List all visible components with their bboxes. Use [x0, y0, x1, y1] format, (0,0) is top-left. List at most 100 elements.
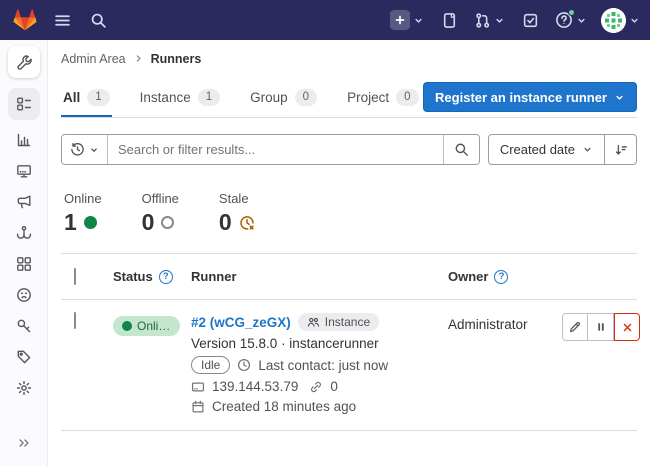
- offline-count: 0: [142, 209, 155, 236]
- pencil-icon: [568, 320, 582, 334]
- sidebar-item-admin-area[interactable]: [8, 46, 40, 78]
- online-count: 1: [64, 209, 77, 236]
- overview-grid-icon: [16, 96, 32, 112]
- runner-ip: 139.144.53.79: [212, 379, 298, 394]
- stat-offline: Offline 0: [142, 191, 179, 236]
- wrench-icon: [16, 54, 32, 70]
- search-icon[interactable]: [82, 4, 114, 36]
- hook-icon: [16, 225, 32, 241]
- owner-link[interactable]: Administrator: [448, 317, 528, 332]
- hamburger-menu-icon[interactable]: [46, 4, 78, 36]
- breadcrumb: Admin Area Runners: [61, 40, 637, 77]
- status-help-icon[interactable]: ?: [159, 270, 173, 284]
- chevron-double-right-icon: [17, 436, 31, 450]
- search-input[interactable]: [108, 135, 443, 164]
- sad-face-icon: [16, 287, 32, 303]
- online-status-icon: [84, 216, 97, 229]
- sidebar-item-overview[interactable]: [8, 88, 40, 120]
- stat-online: Online 1: [64, 191, 102, 236]
- sort-direction-button[interactable]: [605, 134, 637, 165]
- stale-clock-icon: [239, 215, 255, 231]
- gitlab-logo-icon[interactable]: [8, 4, 42, 36]
- sidebar-item-abuse-reports[interactable]: [8, 281, 40, 308]
- clock-icon: [237, 358, 251, 372]
- search-history-button[interactable]: [62, 135, 108, 164]
- gear-icon: [16, 380, 32, 396]
- pause-icon: [595, 321, 607, 333]
- calendar-icon: [191, 400, 205, 414]
- people-icon: [307, 316, 320, 329]
- tab-project[interactable]: Project 0: [345, 77, 420, 117]
- notification-dot: [568, 9, 575, 16]
- help-menu-button[interactable]: [555, 11, 587, 29]
- filter-bar: Created date: [61, 134, 637, 165]
- sort-by-dropdown[interactable]: Created date: [488, 134, 605, 165]
- search-submit-button[interactable]: [443, 135, 479, 164]
- edit-runner-button[interactable]: [562, 313, 588, 341]
- sidebar-item-deploy-keys[interactable]: [8, 312, 40, 339]
- online-dot-icon: [122, 321, 132, 331]
- offline-status-icon: [161, 216, 174, 229]
- link-icon: [309, 380, 323, 394]
- close-icon: [621, 321, 634, 334]
- owner-help-icon[interactable]: ?: [494, 270, 508, 284]
- chevron-right-icon: [134, 54, 143, 63]
- tab-all[interactable]: All 1: [61, 77, 112, 117]
- todos-icon[interactable]: [519, 4, 541, 36]
- job-status-badge: Idle: [191, 356, 230, 374]
- tab-group[interactable]: Group 0: [248, 77, 319, 117]
- issues-icon[interactable]: [438, 4, 460, 36]
- sidebar-item-applications[interactable]: [8, 250, 40, 277]
- runners-table-header: Status ? Runner Owner ?: [61, 254, 637, 300]
- sidebar-item-labels[interactable]: [8, 343, 40, 370]
- avatar: [601, 8, 626, 33]
- select-all-checkbox[interactable]: [74, 268, 76, 285]
- chevron-down-icon: [494, 15, 505, 26]
- chevron-down-icon: [629, 15, 640, 26]
- breadcrumb-admin-area[interactable]: Admin Area: [61, 52, 126, 66]
- sidebar-item-messages[interactable]: [8, 188, 40, 215]
- runner-tabs: All 1 Instance 1 Group 0 Project 0 Regis…: [61, 77, 637, 118]
- chevron-down-icon: [582, 144, 593, 155]
- sidebar-item-analytics[interactable]: [8, 126, 40, 153]
- runner-name-link[interactable]: #2 (wCG_zeGX): [191, 315, 291, 330]
- sidebar-item-system-hooks[interactable]: [8, 219, 40, 246]
- delete-runner-button[interactable]: [614, 313, 640, 341]
- label-tag-icon: [16, 349, 32, 365]
- runner-version: Version 15.8.0 · instancerunner: [191, 336, 379, 351]
- status-badge-online: Online: [113, 316, 180, 336]
- applications-icon: [16, 256, 32, 272]
- column-runner: Runner: [191, 269, 237, 284]
- row-checkbox[interactable]: [74, 312, 76, 329]
- new-menu-button[interactable]: [390, 10, 424, 30]
- megaphone-icon: [16, 194, 32, 210]
- sort-descending-icon: [614, 143, 628, 157]
- pause-runner-button[interactable]: [588, 313, 614, 341]
- column-status: Status: [113, 269, 153, 284]
- bar-chart-icon: [16, 132, 32, 148]
- sidebar-item-settings[interactable]: [8, 374, 40, 401]
- merge-requests-button[interactable]: [474, 12, 505, 29]
- user-menu-button[interactable]: [601, 8, 640, 33]
- runner-stats: Online 1 Offline 0 Stale 0: [61, 191, 637, 236]
- monitor-icon: [16, 163, 32, 179]
- runner-summary: #2 (wCG_zeGX) Instance Version 15.8.0 · …: [191, 313, 448, 414]
- tab-group-count: 0: [295, 89, 317, 106]
- chevron-down-icon: [413, 15, 424, 26]
- runner-row: Online #2 (wCG_zeGX) Instance Version 1: [61, 300, 637, 431]
- search-icon: [454, 142, 469, 157]
- register-instance-runner-button[interactable]: Register an instance runner: [423, 82, 637, 112]
- ip-address-icon: [191, 380, 205, 394]
- runner-link-count: 0: [330, 379, 338, 394]
- tab-instance[interactable]: Instance 1: [138, 77, 222, 117]
- chevron-down-icon: [614, 92, 625, 103]
- top-navbar: [0, 0, 650, 40]
- history-icon: [70, 142, 85, 157]
- tab-instance-count: 1: [198, 89, 220, 106]
- tab-all-count: 1: [87, 89, 109, 106]
- sidebar-item-monitoring[interactable]: [8, 157, 40, 184]
- stale-count: 0: [219, 209, 232, 236]
- sidebar-collapse-button[interactable]: [8, 429, 40, 456]
- plus-icon: [390, 10, 410, 30]
- runner-last-contact: Last contact: just now: [258, 358, 388, 373]
